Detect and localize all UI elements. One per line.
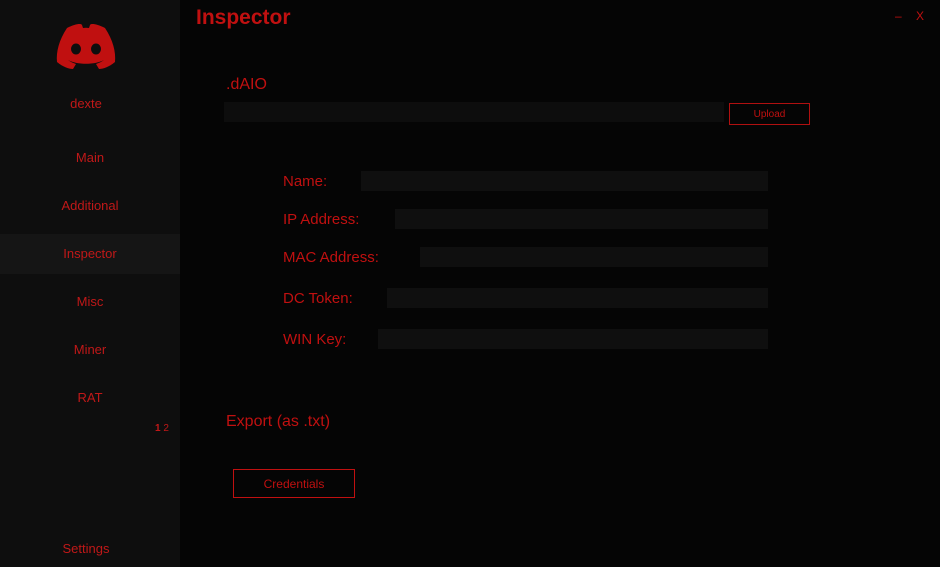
credentials-button[interactable]: Credentials <box>233 469 355 498</box>
name-label: Name: <box>283 173 328 190</box>
win-key-field[interactable] <box>378 329 768 349</box>
file-section-label: .dAIO <box>226 76 267 93</box>
export-label: Export (as .txt) <box>226 413 331 430</box>
upload-button[interactable]: Upload <box>729 103 810 125</box>
ip-address-field[interactable] <box>395 209 768 229</box>
username: dexte <box>70 96 102 111</box>
sidebar-pager: 1 2 <box>155 423 169 434</box>
close-button[interactable]: X <box>916 9 924 23</box>
dc-token-label: DC Token: <box>283 290 353 307</box>
sidebar-item-additional[interactable]: Additional <box>0 186 180 226</box>
file-path-field[interactable] <box>224 102 724 122</box>
mac-address-label: MAC Address: <box>283 249 379 266</box>
ip-address-label: IP Address: <box>283 211 360 228</box>
sidebar-item-inspector[interactable]: Inspector <box>0 234 180 274</box>
win-key-label: WIN Key: <box>283 331 347 348</box>
pager-page-1[interactable]: 1 <box>155 423 161 434</box>
sidebar: dexte Main Additional Inspector Misc Min… <box>0 0 180 567</box>
sidebar-item-miner[interactable]: Miner <box>0 330 180 370</box>
sidebar-item-settings[interactable]: Settings <box>0 541 172 556</box>
pager-page-2[interactable]: 2 <box>163 423 169 434</box>
page-title: Inspector <box>196 6 291 29</box>
mac-address-field[interactable] <box>420 247 768 267</box>
sidebar-item-misc[interactable]: Misc <box>0 282 180 322</box>
sidebar-item-main[interactable]: Main <box>0 138 180 178</box>
minimize-button[interactable]: – <box>895 9 902 23</box>
discord-logo-icon <box>56 24 116 69</box>
dc-token-field[interactable] <box>387 288 768 308</box>
sidebar-item-rat[interactable]: RAT <box>0 378 180 418</box>
name-field[interactable] <box>361 171 768 191</box>
